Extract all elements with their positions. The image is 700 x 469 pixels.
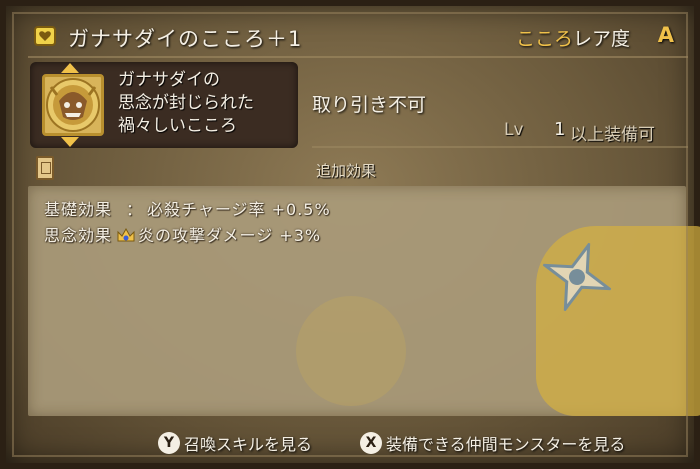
item-description-panel: ガナサダイの 思念が封じられた 禍々しいこころ [30,62,298,148]
effect-label: 思念効果 [44,226,113,245]
description-line: 禍々しいこころ [118,116,237,136]
description-line: 思念が封じられた [118,93,254,113]
effect-text: 炎の攻撃ダメージ +3% [138,226,322,245]
item-title: ガナサダイのこころ＋1 [68,27,303,51]
item-detail-window: ガナサダイのこころ＋1 こころレア度 A ガナサダイの 思念が封じられた 禍々し… [0,0,700,469]
trade-status: 取り引き不可 [312,94,427,116]
description-line: ガナサダイの [118,70,220,90]
monster-silhouette [296,296,406,406]
view-skill-button[interactable]: Y 召喚スキルを見る [158,431,312,455]
book-icon[interactable] [36,156,54,180]
view-skill-label: 召喚スキルを見る [184,435,313,454]
view-monsters-button[interactable]: X 装備できる仲間モンスターを見る [360,431,625,455]
heart-icon [34,26,56,46]
button-hints: Y 召喚スキルを見る X 装備できる仲間モンスターを見る [6,424,700,464]
monster-portrait [42,74,104,136]
title-row: ガナサダイのこころ＋1 こころレア度 A [28,20,688,54]
crown-icon [117,227,135,242]
arrow-up-icon[interactable] [61,63,79,73]
level-value: 1 [554,119,566,140]
level-requirement: 以上装備可 [570,125,655,145]
arrow-down-icon[interactable] [61,137,79,147]
effect-row-spirit: 思念効果 炎の攻撃ダメージ +3% [44,222,321,246]
view-monsters-label: 装備できる仲間モンスターを見る [386,435,626,454]
level-divider [312,146,688,148]
effect-row-base: 基礎効果 ：必殺チャージ率 +0.5% [44,196,331,220]
title-divider [28,56,688,58]
level-label: Lv [504,120,524,140]
rarity-label: こころレア度 [516,24,630,51]
rarity-prefix: こころ [515,28,573,50]
effect-text: 必殺チャージ率 +0.5% [147,200,331,219]
effect-separator: ： [126,200,144,219]
item-description: ガナサダイの 思念が封じられた 禍々しいこころ [118,69,254,138]
effects-header: 追加効果 [316,162,377,180]
effect-label: 基礎効果 [44,200,113,219]
y-button-icon: Y [158,432,180,454]
x-button-icon: X [360,432,382,454]
rarity-text: レア度 [572,28,630,50]
rarity-value: A [657,23,674,47]
